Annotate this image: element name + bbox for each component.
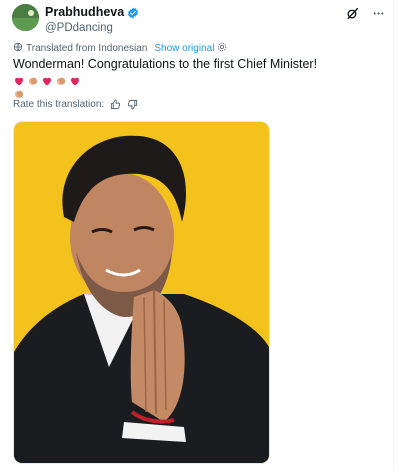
translation-bar: Translated from Indonesian Show original: [13, 42, 227, 55]
display-name-text: Prabhudheva: [45, 5, 125, 19]
tweet-text-body: Wonderman! Congratulations to the first …: [13, 57, 318, 71]
avatar[interactable]: [12, 4, 39, 31]
rate-translation: Rate this translation:: [13, 99, 138, 110]
red-heart-icon: [41, 75, 53, 87]
verified-badge-icon: [127, 7, 139, 19]
author-names: Prabhudheva @PDdancing: [45, 5, 139, 36]
clapping-hands-icon: [55, 75, 67, 87]
emoji-row: [13, 75, 81, 87]
author-handle[interactable]: @PDdancing: [45, 21, 139, 36]
author-display-name[interactable]: Prabhudheva: [45, 5, 139, 20]
tweet-text: Wonderman! Congratulations to the first …: [13, 56, 385, 104]
settings-icon[interactable]: [217, 42, 227, 55]
translate-icon: [13, 42, 23, 55]
tweet-media-image[interactable]: [13, 121, 270, 464]
thumbs-down-icon[interactable]: [127, 99, 138, 110]
tweet-header: Prabhudheva @PDdancing: [12, 4, 385, 44]
red-heart-icon: [13, 75, 25, 87]
header-actions: [345, 6, 385, 20]
show-original-link[interactable]: Show original: [154, 43, 214, 54]
clapping-hands-icon: [27, 75, 39, 87]
more-icon[interactable]: [371, 6, 385, 20]
tweet-card: Prabhudheva @PDdancing Translated from I…: [0, 0, 394, 471]
red-heart-icon: [69, 75, 81, 87]
grok-icon[interactable]: [345, 6, 359, 20]
translation-label: Translated from Indonesian: [26, 43, 148, 54]
rate-label: Rate this translation:: [13, 99, 105, 110]
man-with-folded-hands-photo: [14, 122, 269, 463]
thumbs-up-icon[interactable]: [110, 99, 121, 110]
